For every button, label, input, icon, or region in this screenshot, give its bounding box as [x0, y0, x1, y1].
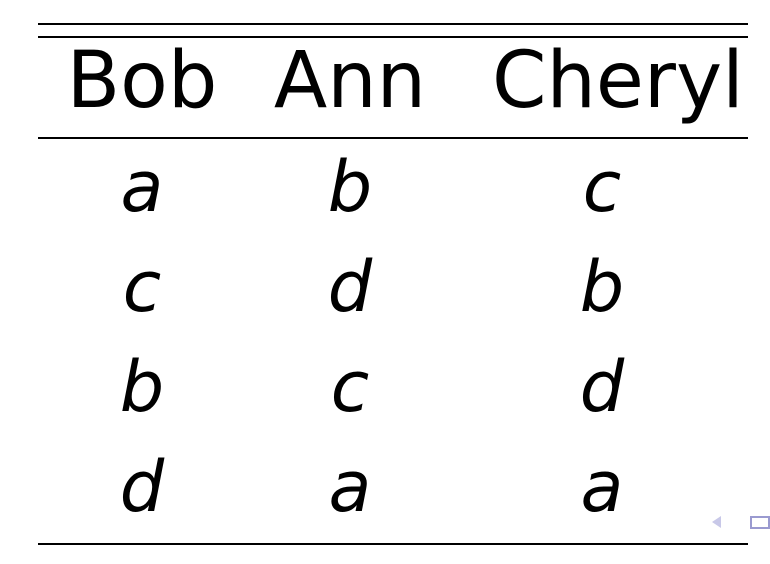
frame-icon[interactable]: [750, 516, 770, 529]
table-cell: a: [580, 446, 624, 528]
navigation-controls: [708, 512, 770, 534]
table-cell: b: [119, 346, 165, 428]
triangle-left-icon[interactable]: [712, 516, 721, 528]
table-cell: a: [328, 446, 372, 528]
table-cell: b: [327, 146, 373, 228]
bottom-rule: [38, 543, 748, 545]
table-cell: d: [327, 246, 373, 328]
top-rule: [38, 23, 748, 25]
table-cell: d: [119, 446, 165, 528]
table-cell: c: [330, 346, 370, 428]
table-cell: a: [120, 146, 164, 228]
header-ann: Ann: [273, 36, 427, 126]
table-cell: c: [582, 146, 622, 228]
header-rule: [38, 137, 748, 139]
header-cheryl: Cheryl: [492, 36, 744, 126]
table-cell: c: [122, 246, 162, 328]
table-cell: d: [579, 346, 625, 428]
table-cell: b: [579, 246, 625, 328]
header-bob: Bob: [66, 36, 218, 126]
